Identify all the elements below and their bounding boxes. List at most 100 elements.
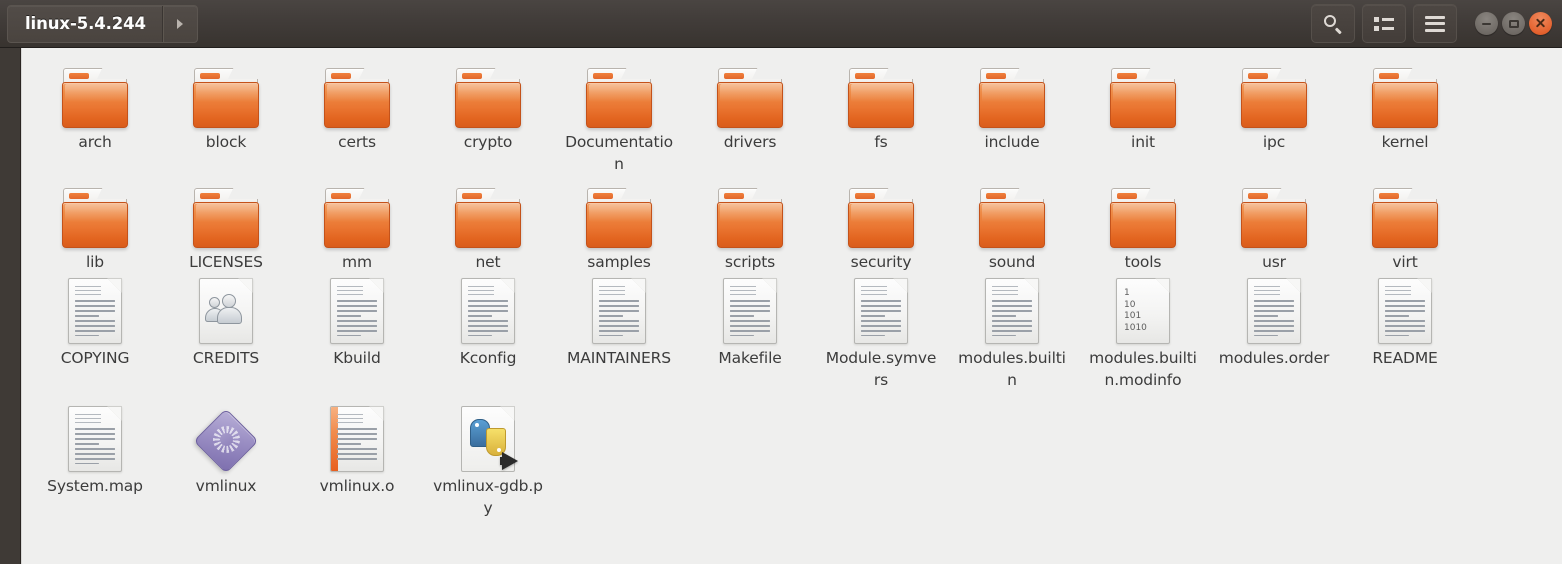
file-label: sound <box>988 253 1036 271</box>
file-item[interactable]: mm <box>298 176 416 274</box>
file-label: net <box>475 253 501 271</box>
file-label: crypto <box>463 133 513 151</box>
file-item[interactable]: LICENSES <box>167 176 285 274</box>
file-item[interactable]: block <box>167 56 285 154</box>
file-icon-container <box>429 176 547 248</box>
file-item[interactable]: init <box>1084 56 1202 154</box>
document-file-icon <box>330 278 384 344</box>
document-file-icon <box>1247 278 1301 344</box>
file-item[interactable]: vmlinux.o <box>298 400 416 498</box>
file-label: Makefile <box>718 349 782 367</box>
file-label: Module.symvers <box>825 349 937 389</box>
file-item[interactable]: crypto <box>429 56 547 154</box>
file-label: fs <box>874 133 888 151</box>
file-item[interactable]: CREDITS <box>167 272 285 370</box>
file-item[interactable]: sound <box>953 176 1071 274</box>
file-label: vmlinux <box>195 477 257 495</box>
file-item[interactable]: samples <box>560 176 678 274</box>
file-item[interactable]: ipc <box>1215 56 1333 154</box>
file-item[interactable]: usr <box>1215 176 1333 274</box>
file-icon-container <box>691 176 809 248</box>
view-toggle-button[interactable] <box>1362 4 1406 43</box>
file-item[interactable]: modules.builtin <box>953 272 1071 391</box>
menu-button[interactable] <box>1413 4 1457 43</box>
hamburger-menu-icon <box>1425 15 1445 32</box>
file-icon-container <box>822 176 940 248</box>
file-item[interactable]: scripts <box>691 176 809 274</box>
file-item[interactable]: Kconfig <box>429 272 547 370</box>
file-item[interactable]: net <box>429 176 547 274</box>
file-label: lib <box>85 253 104 271</box>
file-item[interactable]: virt <box>1346 176 1464 274</box>
file-item[interactable]: COPYING <box>36 272 154 370</box>
file-icon-container <box>429 56 547 128</box>
file-label: Kbuild <box>333 349 381 367</box>
window-body: arch block certs crypto Documentation drivers… <box>0 48 1562 564</box>
chevron-right-icon[interactable] <box>162 5 197 42</box>
sidebar-strip[interactable] <box>0 48 21 564</box>
file-item[interactable]: README <box>1346 272 1464 370</box>
breadcrumb-item-current[interactable]: linux-5.4.244 <box>8 5 163 42</box>
file-item[interactable]: certs <box>298 56 416 154</box>
maximize-button[interactable] <box>1502 12 1525 35</box>
file-icon-container <box>1215 272 1333 344</box>
file-item[interactable]: Documentation <box>560 56 678 175</box>
file-label: Documentation <box>565 133 673 173</box>
file-icon-container <box>822 272 940 344</box>
file-item[interactable]: lib <box>36 176 154 274</box>
minimize-button[interactable] <box>1475 12 1498 35</box>
file-item[interactable]: vmlinux <box>167 400 285 498</box>
file-label: arch <box>78 133 112 151</box>
chevron-right-glyph <box>177 18 184 29</box>
folder-icon <box>1241 68 1312 128</box>
file-icon-container <box>429 272 547 344</box>
document-file-icon <box>461 278 515 344</box>
minimize-icon <box>1482 22 1491 25</box>
file-item[interactable]: MAINTAINERS <box>560 272 678 370</box>
file-item[interactable]: security <box>822 176 940 274</box>
file-icon-container <box>1084 176 1202 248</box>
folder-icon <box>62 188 133 248</box>
file-label: COPYING <box>60 349 130 367</box>
file-label: usr <box>1262 253 1286 271</box>
file-icon-container <box>691 56 809 128</box>
file-item[interactable]: vmlinux-gdb.py <box>429 400 547 519</box>
file-label: mm <box>342 253 372 271</box>
search-button[interactable] <box>1311 4 1355 43</box>
folder-icon <box>324 188 395 248</box>
folder-icon <box>848 68 919 128</box>
document-file-icon <box>854 278 908 344</box>
file-item[interactable]: tools <box>1084 176 1202 274</box>
folder-icon <box>1372 68 1443 128</box>
window-controls <box>1471 12 1552 35</box>
maximize-icon <box>1508 19 1519 28</box>
file-icon-container <box>167 176 285 248</box>
file-icon-view[interactable]: arch block certs crypto Documentation drivers… <box>21 48 1562 564</box>
file-label: drivers <box>723 133 777 151</box>
file-item[interactable]: include <box>953 56 1071 154</box>
file-icon-container <box>953 56 1071 128</box>
breadcrumb: linux-5.4.244 <box>7 4 198 43</box>
search-icon <box>1323 14 1343 34</box>
file-label: Kconfig <box>459 349 517 367</box>
file-label: virt <box>1392 253 1418 271</box>
python-script-icon <box>461 406 518 472</box>
file-icon-container <box>560 56 678 128</box>
file-item[interactable]: Kbuild <box>298 272 416 370</box>
file-item[interactable]: drivers <box>691 56 809 154</box>
file-label: modules.builtin.modinfo <box>1089 349 1197 389</box>
file-item[interactable]: arch <box>36 56 154 154</box>
folder-icon <box>193 68 264 128</box>
file-item[interactable]: Module.symvers <box>822 272 940 391</box>
file-label: ipc <box>1262 133 1286 151</box>
file-item[interactable]: modules.order <box>1215 272 1333 370</box>
file-icon-container <box>298 56 416 128</box>
file-item[interactable]: 1 10 101 1010 modules.builtin.modinfo <box>1084 272 1202 391</box>
file-item[interactable]: kernel <box>1346 56 1464 154</box>
file-item[interactable]: fs <box>822 56 940 154</box>
file-label: modules.order <box>1218 349 1330 367</box>
file-item[interactable]: System.map <box>36 400 154 498</box>
file-label: README <box>1372 349 1438 367</box>
file-item[interactable]: Makefile <box>691 272 809 370</box>
close-button[interactable] <box>1529 12 1552 35</box>
